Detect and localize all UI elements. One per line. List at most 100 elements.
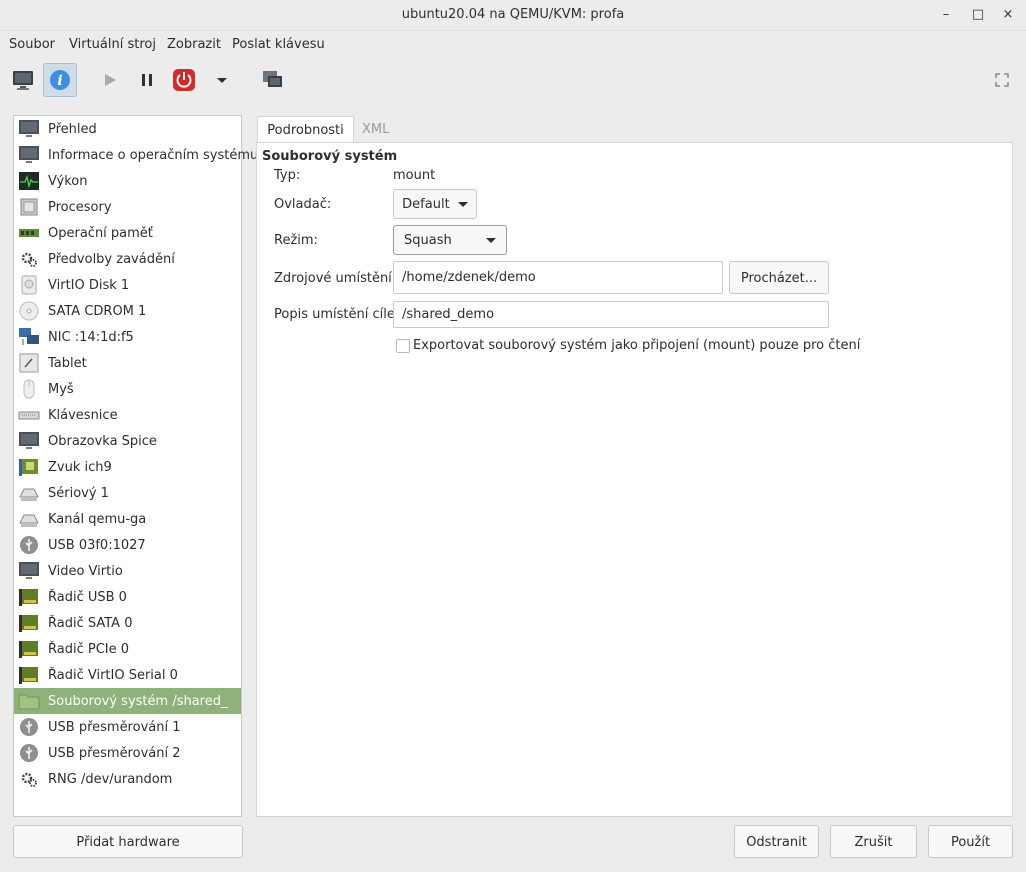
fullscreen-icon[interactable] bbox=[985, 63, 1019, 97]
type-label: Typ: bbox=[274, 168, 301, 183]
usb-icon bbox=[18, 535, 40, 555]
type-value: mount bbox=[393, 168, 436, 183]
performance-icon bbox=[18, 171, 40, 191]
maximize-button[interactable]: □ bbox=[969, 6, 987, 24]
sidebar-item-label: Řadič PCIe 0 bbox=[48, 642, 130, 657]
mode-label: Režim: bbox=[274, 233, 318, 248]
sidebar-item-label: NIC :14:1d:f5 bbox=[48, 330, 134, 345]
network-icon bbox=[18, 327, 40, 347]
cpu-icon bbox=[18, 197, 40, 217]
controller-card-icon bbox=[18, 613, 40, 633]
sidebar-item[interactable]: Klávesnice bbox=[14, 402, 241, 428]
info-icon[interactable]: i bbox=[43, 63, 77, 97]
tab-xml[interactable]: XML bbox=[362, 116, 412, 142]
add-hardware-button[interactable]: Přidat hardware bbox=[13, 825, 243, 858]
cancel-button[interactable]: Zrušit bbox=[830, 825, 917, 858]
power-icon[interactable] bbox=[167, 63, 201, 97]
sidebar-item[interactable]: USB 03f0:1027 bbox=[14, 532, 241, 558]
folder-icon bbox=[18, 691, 40, 711]
sidebar-item[interactable]: Video Virtio bbox=[14, 558, 241, 584]
sidebar-item-label: Video Virtio bbox=[48, 564, 123, 579]
sidebar-item[interactable]: Operační paměť bbox=[14, 220, 241, 246]
controller-card-icon bbox=[18, 665, 40, 685]
menu-soubor[interactable]: Soubor bbox=[9, 37, 55, 52]
sidebar-item-label: RNG /dev/urandom bbox=[48, 772, 173, 787]
driver-dropdown[interactable]: Default bbox=[393, 189, 477, 219]
sidebar-item[interactable]: USB přesměrování 1 bbox=[14, 714, 241, 740]
target-path-input[interactable]: /shared_demo bbox=[393, 301, 829, 328]
apply-button[interactable]: Použít bbox=[928, 825, 1013, 858]
sidebar-item[interactable]: USB přesměrování 2 bbox=[14, 740, 241, 766]
sidebar-item[interactable]: Kanál qemu-ga bbox=[14, 506, 241, 532]
tab-podrobnosti[interactable]: Podrobnosti bbox=[257, 116, 354, 142]
sidebar-item[interactable]: Souborový systém /shared_ bbox=[14, 688, 241, 714]
sidebar-item-label: VirtIO Disk 1 bbox=[48, 278, 130, 293]
sidebar-item[interactable]: Výkon bbox=[14, 168, 241, 194]
play-icon[interactable] bbox=[93, 63, 127, 97]
sidebar-item-label: Klávesnice bbox=[48, 408, 118, 423]
sidebar-item[interactable]: Zvuk ich9 bbox=[14, 454, 241, 480]
sidebar-item-label: Řadič SATA 0 bbox=[48, 616, 133, 631]
sidebar-item[interactable]: Řadič VirtIO Serial 0 bbox=[14, 662, 241, 688]
sidebar-item[interactable]: Sériový 1 bbox=[14, 480, 241, 506]
driver-value: Default bbox=[402, 197, 450, 212]
browse-button[interactable]: Procházet... bbox=[729, 261, 829, 294]
close-button[interactable]: × bbox=[999, 6, 1017, 24]
sidebar-item[interactable]: VirtIO Disk 1 bbox=[14, 272, 241, 298]
cdrom-icon bbox=[18, 301, 40, 321]
menu-poslat-klavesu[interactable]: Poslat klávesu bbox=[232, 37, 325, 52]
sidebar-item[interactable]: Řadič PCIe 0 bbox=[14, 636, 241, 662]
sidebar-item[interactable]: Obrazovka Spice bbox=[14, 428, 241, 454]
controller-card-icon bbox=[18, 587, 40, 607]
sidebar-item-label: SATA CDROM 1 bbox=[48, 304, 147, 319]
sidebar-item[interactable]: Předvolby zavádění bbox=[14, 246, 241, 272]
sidebar-item[interactable]: Řadič SATA 0 bbox=[14, 610, 241, 636]
source-label: Zdrojové umístění: bbox=[274, 271, 397, 286]
sidebar-item[interactable]: Informace o operačním systému bbox=[14, 142, 258, 168]
snapshots-icon[interactable] bbox=[256, 63, 290, 97]
sidebar-item-label: Řadič VirtIO Serial 0 bbox=[48, 668, 178, 683]
menu-zobrazit[interactable]: Zobrazit bbox=[167, 37, 221, 52]
usb-icon bbox=[18, 717, 40, 737]
source-path-input[interactable]: /home/zdenek/demo bbox=[393, 261, 723, 294]
sidebar-item[interactable]: Řadič USB 0 bbox=[14, 584, 241, 610]
sidebar-item-label: Kanál qemu-ga bbox=[48, 512, 147, 527]
sidebar-item-label: Souborový systém /shared_ bbox=[48, 694, 228, 709]
dropdown-arrow-icon[interactable] bbox=[205, 63, 239, 97]
serial-icon bbox=[18, 509, 40, 529]
svg-text:i: i bbox=[57, 73, 62, 89]
sound-card-icon bbox=[18, 457, 40, 477]
serial-icon bbox=[18, 483, 40, 503]
usb-icon bbox=[18, 743, 40, 763]
sidebar-item-label: Myš bbox=[48, 382, 74, 397]
section-title: Souborový systém bbox=[262, 149, 398, 164]
sidebar-item-label: USB přesměrování 2 bbox=[48, 746, 181, 761]
pause-icon[interactable] bbox=[130, 63, 164, 97]
details-panel bbox=[256, 142, 1013, 817]
sidebar-item-label: Výkon bbox=[48, 174, 88, 189]
sidebar-item[interactable]: Přehled bbox=[14, 116, 241, 142]
sidebar-item[interactable]: RNG /dev/urandom bbox=[14, 766, 241, 792]
monitor-icon bbox=[18, 145, 40, 165]
sidebar-item-label: Obrazovka Spice bbox=[48, 434, 157, 449]
readonly-checkbox[interactable] bbox=[396, 339, 410, 353]
remove-button[interactable]: Odstranit bbox=[734, 825, 819, 858]
mode-dropdown[interactable]: Squash bbox=[393, 225, 507, 255]
sidebar-item-label: Přehled bbox=[48, 122, 97, 137]
sidebar-item[interactable]: Myš bbox=[14, 376, 241, 402]
window-title: ubuntu20.04 na QEMU/KVM: profa bbox=[401, 7, 625, 22]
menu-virtualni-stroj[interactable]: Virtuální stroj bbox=[69, 37, 156, 52]
console-icon[interactable] bbox=[6, 63, 40, 97]
sidebar-item-label: Procesory bbox=[48, 200, 112, 215]
sidebar-item[interactable]: SATA CDROM 1 bbox=[14, 298, 241, 324]
chevron-down-icon bbox=[486, 238, 496, 243]
sidebar-item[interactable]: NIC :14:1d:f5 bbox=[14, 324, 241, 350]
keyboard-icon bbox=[18, 405, 40, 425]
monitor-icon bbox=[18, 119, 40, 139]
sidebar-item[interactable]: Tablet bbox=[14, 350, 241, 376]
monitor-icon bbox=[18, 561, 40, 581]
sidebar-item-label: Sériový 1 bbox=[48, 486, 109, 501]
toolbar: i bbox=[0, 58, 1026, 102]
minimize-button[interactable]: – bbox=[937, 6, 955, 24]
sidebar-item[interactable]: Procesory bbox=[14, 194, 241, 220]
